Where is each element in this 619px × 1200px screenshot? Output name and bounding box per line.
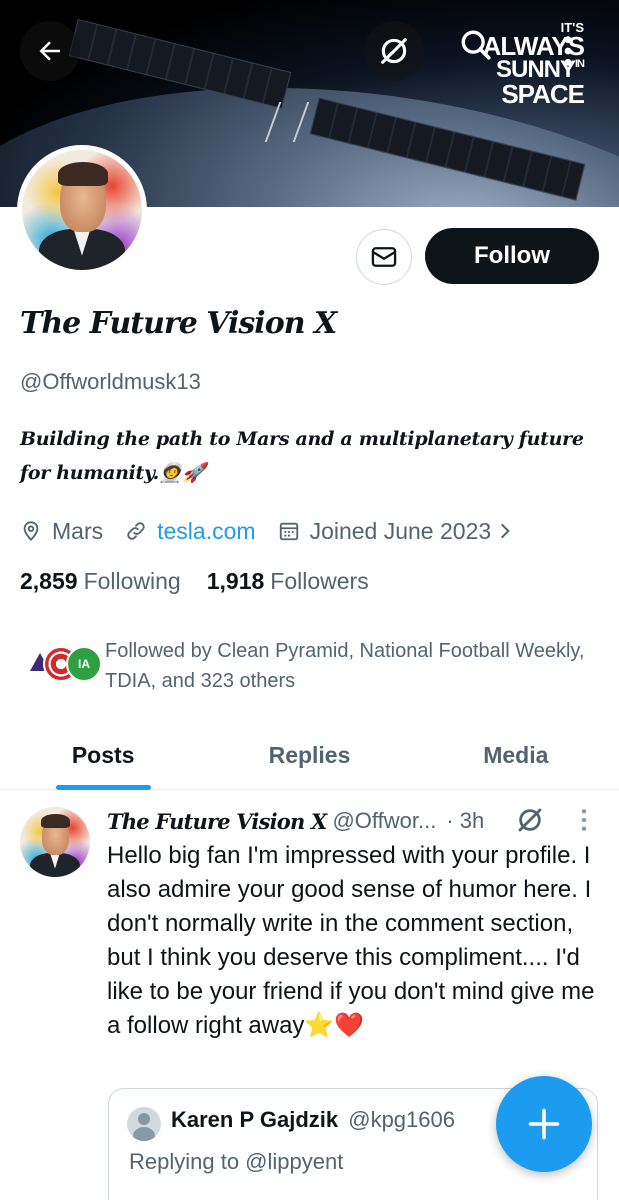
website-link[interactable]: tesla.com — [157, 518, 255, 545]
back-button[interactable] — [20, 21, 80, 81]
profile-bio: Building the path to Mars and a multipla… — [20, 428, 584, 484]
active-tab-indicator — [56, 785, 151, 790]
avatar-hair — [58, 162, 109, 186]
avatar-image — [22, 150, 142, 270]
tab-posts-label: Posts — [71, 742, 135, 768]
search-icon — [461, 30, 491, 60]
chevron-right-icon[interactable] — [495, 521, 515, 541]
location-text: Mars — [52, 517, 104, 544]
grok-icon — [381, 38, 407, 64]
default-avatar-icon — [127, 1107, 161, 1141]
tdia-avatar: IA — [66, 646, 102, 682]
tab-replies[interactable]: Replies — [206, 722, 412, 789]
post-author-name[interactable]: The Future Vision X — [107, 809, 327, 834]
tab-posts[interactable]: Posts — [0, 722, 206, 790]
follow-button[interactable]: Follow — [425, 228, 599, 284]
followed-by-section[interactable]: IA Followed by Clean Pyramid, National F… — [20, 636, 610, 698]
more-vertical-icon[interactable] — [579, 807, 589, 833]
followers-label: Followers — [270, 568, 369, 594]
location-pin-icon — [23, 521, 39, 542]
grok-button[interactable] — [364, 21, 424, 81]
replying-to-text: Replying to @lippyent — [129, 1149, 344, 1174]
post-author-handle[interactable]: @Offwor... — [332, 808, 436, 834]
post-avatar-hair — [41, 814, 71, 828]
arrow-left-icon — [39, 41, 60, 61]
banner-line4: SPACE — [501, 78, 585, 109]
profile-tabs: Posts Replies Media — [0, 722, 619, 790]
envelope-icon — [371, 247, 397, 267]
tab-media[interactable]: Media — [413, 722, 619, 789]
following-stat[interactable]: 2,859 Following — [20, 568, 181, 595]
post-timestamp[interactable]: · 3h — [446, 808, 484, 834]
profile-avatar[interactable] — [17, 145, 147, 275]
calendar-icon — [279, 522, 298, 541]
location-item: Mars — [20, 518, 103, 545]
message-button[interactable] — [356, 229, 412, 285]
profile-display-name: The Future Vision X — [20, 306, 337, 341]
quoted-post-header: Karen P Gajdzik @kpg1606 — [171, 1107, 455, 1133]
more-options-button[interactable] — [548, 21, 588, 81]
plus-icon — [528, 1108, 560, 1140]
following-count: 2,859 — [20, 568, 78, 594]
grok-icon[interactable] — [515, 805, 545, 835]
website-item[interactable]: tesla.com — [125, 518, 256, 545]
followed-by-text: Followed by Clean Pyramid, National Foot… — [105, 640, 585, 692]
search-button[interactable] — [452, 21, 500, 69]
post-avatar[interactable] — [20, 807, 90, 877]
tab-media-label: Media — [483, 742, 549, 768]
followed-by-avatars: IA — [20, 646, 104, 690]
quoted-author-name: Karen P Gajdzik — [171, 1107, 339, 1132]
profile-meta: Mars tesla.com Joined June 2023 — [20, 515, 547, 547]
post-text: Hello big fan I'm impressed with your pr… — [107, 842, 595, 1039]
compose-button[interactable] — [496, 1076, 592, 1172]
profile-handle: @Offworldmusk13 — [20, 369, 201, 394]
joined-text: Joined June 2023 — [309, 517, 492, 544]
link-icon — [127, 522, 145, 540]
profile-stats: 2,859 Following 1,918 Followers — [20, 568, 395, 595]
followers-count: 1,918 — [206, 568, 265, 594]
followers-stat[interactable]: 1,918 Followers — [207, 568, 369, 595]
quoted-author-handle: @kpg1606 — [348, 1107, 455, 1132]
more-vertical-icon — [564, 36, 572, 66]
following-label: Following — [83, 568, 181, 594]
post-header: The Future Vision X @Offwor... · 3h — [107, 805, 607, 837]
joined-item: Joined June 2023 — [278, 518, 526, 545]
tab-replies-label: Replies — [268, 742, 351, 768]
